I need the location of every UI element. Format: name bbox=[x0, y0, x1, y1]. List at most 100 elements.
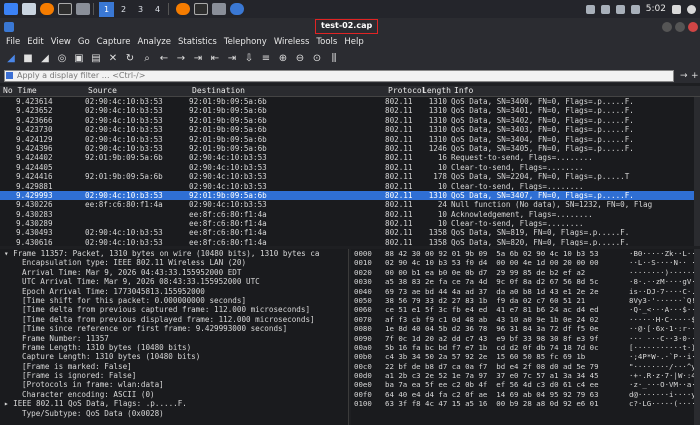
hex-ascii[interactable]: ········)······· bbox=[629, 268, 700, 277]
hex-ascii[interactable]: ·8·.··zM····gV·\ bbox=[629, 277, 700, 286]
detail-field[interactable]: Encapsulation type: IEEE 802.11 Wireless… bbox=[0, 258, 348, 267]
menu-analyze[interactable]: Analyze bbox=[137, 37, 171, 47]
resize-columns-icon[interactable]: ⫼ bbox=[327, 51, 341, 65]
display-filter-input[interactable]: Apply a display filter … <Ctrl-/> bbox=[4, 70, 674, 82]
hex-ascii[interactable]: ··· ···C··3·0··· bbox=[629, 334, 700, 343]
hex-bytes[interactable]: ce 51 e1 5f 3c fb e4 ed 41 e7 81 b6 24 a… bbox=[385, 305, 629, 314]
detail-field[interactable]: [Time delta from previous captured frame… bbox=[0, 305, 348, 314]
column-header-source[interactable]: Source bbox=[85, 86, 189, 96]
column-header-no-time[interactable]: No Time bbox=[0, 86, 85, 96]
zoom-reset-icon[interactable]: ⊙ bbox=[310, 51, 324, 65]
detail-field[interactable]: [Frame is marked: False] bbox=[0, 362, 348, 371]
detail-tree-node[interactable]: ▸ IEEE 802.11 QoS Data, Flags: .p.....F. bbox=[0, 399, 348, 408]
menu-tools[interactable]: Tools bbox=[316, 37, 337, 47]
network-icon[interactable] bbox=[585, 4, 595, 14]
hex-bytes[interactable]: 1e 8d 40 04 5b d2 36 78 96 31 84 3a 72 d… bbox=[385, 324, 629, 333]
firefox-window-icon[interactable] bbox=[176, 3, 190, 15]
last-packet-icon[interactable]: ⇥ bbox=[225, 51, 239, 65]
power-icon[interactable] bbox=[687, 4, 696, 14]
files-icon[interactable] bbox=[76, 3, 90, 15]
packet-row[interactable]: 9.430289 ee:8f:c6:80:f1:4a 802.11 10 Clear-t… bbox=[0, 219, 700, 228]
menu-capture[interactable]: Capture bbox=[97, 37, 131, 47]
go-forward-icon[interactable]: → bbox=[174, 51, 188, 65]
show-desktop-icon[interactable] bbox=[22, 3, 36, 15]
detail-field[interactable]: Type/Subtype: QoS Data (0x0028) bbox=[0, 409, 348, 418]
hex-ascii[interactable]: is··DJ·7····C·.. bbox=[629, 287, 700, 296]
hex-bytes[interactable]: 5b 16 fa bc bd f7 e7 1b cd d2 0f db 74 1… bbox=[385, 343, 629, 352]
hex-bytes[interactable]: 00 00 b1 ea b0 0e 0b d7 29 99 85 de b2 e… bbox=[385, 268, 629, 277]
menu-edit[interactable]: Edit bbox=[27, 37, 43, 47]
wireshark-window-icon[interactable] bbox=[230, 3, 244, 15]
packet-row[interactable]: 9.430493 02:90:4c:10:b3:53 ee:8f:c6:80:f1:… bbox=[0, 228, 700, 237]
menu-statistics[interactable]: Statistics bbox=[178, 37, 217, 47]
hex-bytes[interactable]: 69 73 ae bd 44 4a ad 37 da a0 b8 1d 43 e… bbox=[385, 287, 629, 296]
stop-capture-icon[interactable]: ■ bbox=[21, 51, 35, 65]
column-header-destination[interactable]: Destination bbox=[189, 86, 385, 96]
battery-icon[interactable] bbox=[630, 4, 640, 14]
packet-row[interactable]: 9.430283 ee:8f:c6:80:f1:4a 802.11 10 Acknowl… bbox=[0, 210, 700, 219]
maximize-button[interactable] bbox=[675, 22, 685, 32]
go-back-icon[interactable]: ← bbox=[157, 51, 171, 65]
hex-ascii[interactable]: ·B0·····Zk··L··S bbox=[629, 249, 700, 258]
detail-field[interactable]: [Time delta from previous displayed fram… bbox=[0, 315, 348, 324]
app-menu-icon[interactable] bbox=[4, 3, 18, 15]
files-window-icon[interactable] bbox=[212, 3, 226, 15]
detail-field[interactable]: [Frame is ignored: False] bbox=[0, 371, 348, 380]
hex-ascii[interactable]: "········/···^y bbox=[629, 362, 699, 371]
detail-field[interactable]: Character encoding: ASCII (0) bbox=[0, 390, 348, 399]
detail-field[interactable]: Frame Length: 1310 bytes (10480 bits) bbox=[0, 343, 348, 352]
bell-icon[interactable] bbox=[600, 4, 610, 14]
column-header-info[interactable]: Info bbox=[451, 86, 700, 96]
packet-list-scrollbar[interactable] bbox=[694, 97, 700, 246]
detail-field[interactable]: [Time shift for this packet: 0.000000000… bbox=[0, 296, 348, 305]
column-header-protocol[interactable]: Protocol bbox=[385, 86, 427, 96]
hex-bytes[interactable]: c4 3b 34 50 2a 57 92 2e 15 60 50 85 fc 6… bbox=[385, 352, 629, 361]
detail-tree-node[interactable]: ▾ Frame 11357: Packet, 1310 bytes on wir… bbox=[0, 249, 348, 258]
detail-field[interactable]: Frame Number: 11357 bbox=[0, 334, 348, 343]
hex-ascii[interactable]: ·+·.R·z·7·|W·:4E bbox=[629, 371, 700, 380]
workspace-4[interactable]: 4 bbox=[150, 2, 165, 17]
zoom-in-icon[interactable]: ⊕ bbox=[276, 51, 290, 65]
packet-row[interactable]: 9.430226 ee:8f:c6:80:f1:4a 02:90:4c:10:b3:… bbox=[0, 200, 700, 209]
packet-row[interactable]: 9.424396 02:90:4c:10:b3:53 92:01:9b:09:5a:… bbox=[0, 144, 700, 153]
detail-field[interactable]: Epoch Arrival Time: 1773045813.155952000 bbox=[0, 287, 348, 296]
shark-fin-start-icon[interactable]: ◢ bbox=[4, 51, 18, 65]
menu-view[interactable]: View bbox=[51, 37, 71, 47]
zoom-out-icon[interactable]: ⊖ bbox=[293, 51, 307, 65]
autoscroll-icon[interactable]: ⇩ bbox=[242, 51, 256, 65]
firefox-icon[interactable] bbox=[40, 3, 54, 15]
packet-row[interactable]: 9.424402 92:01:9b:09:5a:6b 02:90:4c:10:b3:… bbox=[0, 153, 700, 162]
hex-bytes[interactable]: 02 90 4c 10 b3 53 f0 d4 00 00 4e 1d 00 2… bbox=[385, 258, 629, 267]
hex-bytes[interactable]: 7f 0c 1d 20 a2 dd c7 43 e9 bf 33 98 30 8… bbox=[385, 334, 629, 343]
hex-ascii[interactable]: d@·······i····yc bbox=[629, 390, 700, 399]
add-filter-icon[interactable]: + bbox=[691, 71, 699, 81]
open-file-icon[interactable]: ▣ bbox=[72, 51, 86, 65]
filter-bookmark-icon[interactable] bbox=[6, 72, 13, 79]
packet-row[interactable]: 9.424416 92:01:9b:09:5a:6b 02:90:4c:10:b3:… bbox=[0, 172, 700, 181]
detail-field[interactable]: Arrival Time: Mar 9, 2026 04:43:33.15595… bbox=[0, 268, 348, 277]
packet-row[interactable]: 9.424405 02:90:4c:10:b3:53 802.11 10 Clear-t… bbox=[0, 163, 700, 172]
hex-ascii[interactable]: ·Q·_<···A···$··· bbox=[629, 305, 700, 314]
terminal-icon[interactable] bbox=[58, 3, 72, 15]
hex-bytes[interactable]: af f3 cb f9 c1 0d 48 ab 43 10 a0 9e 1b 0… bbox=[385, 315, 629, 324]
close-button[interactable] bbox=[688, 22, 698, 32]
first-packet-icon[interactable]: ⇤ bbox=[208, 51, 222, 65]
apply-filter-icon[interactable]: → bbox=[680, 71, 690, 81]
hex-ascii[interactable]: c?·LG·····(····· bbox=[629, 399, 700, 408]
hex-bytes[interactable]: 22 bf de b8 d7 ca 0a f7 bd e4 2f 08 d0 a… bbox=[385, 362, 629, 371]
column-header-length[interactable]: Length bbox=[419, 86, 451, 96]
menu-file[interactable]: File bbox=[6, 37, 20, 47]
hex-ascii[interactable]: ··L··S····N·· ·· bbox=[629, 258, 700, 267]
workspace-2[interactable]: 2 bbox=[116, 2, 131, 17]
workspace-3[interactable]: 3 bbox=[133, 2, 148, 17]
find-packet-icon[interactable]: ⌕ bbox=[140, 51, 154, 65]
hex-bytes[interactable]: 64 40 e4 d4 fa c2 0f ae 14 69 ab 04 95 9… bbox=[385, 390, 629, 399]
packet-row[interactable]: 9.429881 02:90:4c:10:b3:53 802.11 10 Clear-t… bbox=[0, 182, 700, 191]
lock-icon[interactable] bbox=[672, 4, 681, 14]
minimize-button[interactable] bbox=[662, 22, 672, 32]
detail-field[interactable]: Capture Length: 1310 bytes (10480 bits) bbox=[0, 352, 348, 361]
packet-row[interactable]: 9.423730 02:90:4c:10:b3:53 92:01:9b:09:5a:… bbox=[0, 125, 700, 134]
packet-row[interactable]: 9.423666 02:90:4c:10:b3:53 92:01:9b:09:5a:… bbox=[0, 116, 700, 125]
go-to-packet-icon[interactable]: ⇥ bbox=[191, 51, 205, 65]
workspace-1[interactable]: 1 bbox=[99, 1, 114, 17]
